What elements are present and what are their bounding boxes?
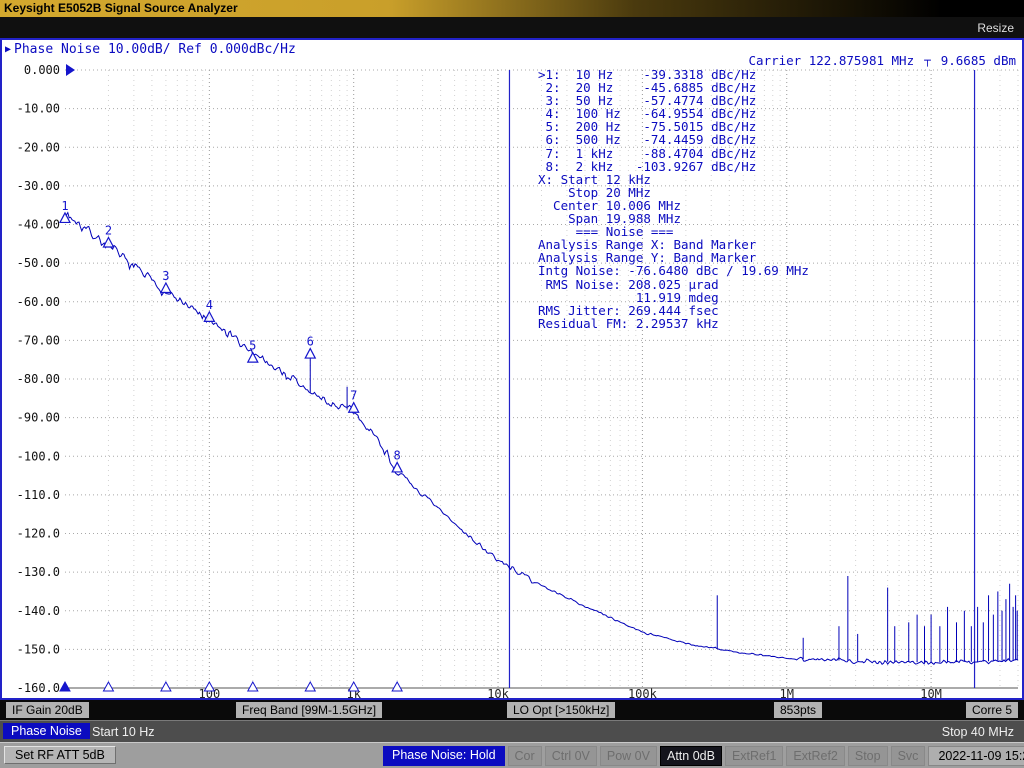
- trace-header: ▶ Phase Noise 10.00dB/ Ref 0.000dBc/Hz: [5, 42, 296, 57]
- marker-6-label: 6: [307, 335, 314, 349]
- sweep-range-bar: Phase Noise Start 10 Hz Stop 40 MHz: [0, 720, 1024, 742]
- indicator-svc: Svc: [891, 746, 926, 766]
- app-title: Keysight E5052B Signal Source Analyzer: [4, 1, 238, 15]
- svg-text:-70.00: -70.00: [17, 333, 60, 347]
- indicator-extref2: ExtRef2: [786, 746, 844, 766]
- svg-text:1M: 1M: [780, 687, 794, 700]
- indicator-pow-0v: Pow 0V: [600, 746, 657, 766]
- marker-7-triangle-icon[interactable]: [349, 403, 359, 413]
- svg-text:-150.0: -150.0: [17, 642, 60, 656]
- indicator-attn-0db: Attn 0dB: [660, 746, 722, 766]
- marker-1-label: 1: [61, 199, 68, 213]
- level-marker-icon: ┬: [924, 54, 931, 67]
- svg-text:-90.00: -90.00: [17, 411, 60, 425]
- sweep-stop-readout: Stop 40 MHz: [942, 725, 1014, 739]
- svg-text:-30.00: -30.00: [17, 179, 60, 193]
- svg-text:-20.00: -20.00: [17, 140, 60, 154]
- phase-noise-trace-window: 0.000 -10.00 -20.00 -30.00 -40.00 -50.00 -60.0…: [0, 38, 1024, 700]
- svg-text:-80.00: -80.00: [17, 372, 60, 386]
- svg-text:-110.0: -110.0: [17, 488, 60, 502]
- indicator-ctrl-0v: Ctrl 0V: [545, 746, 597, 766]
- status-bar: Set RF ATT 5dB Phase Noise: Hold CorCtrl…: [0, 742, 1024, 768]
- if-gain-setting: IF Gain 20dB: [6, 702, 89, 718]
- active-window-frame: [1, 39, 1023, 699]
- marker-3-label: 3: [162, 269, 169, 283]
- markers[interactable]: 1 2 3 4 5 6 7 8: [60, 199, 402, 691]
- spur-lines: [310, 357, 1017, 662]
- indicator-stop: Stop: [848, 746, 888, 766]
- y-axis-labels: 0.000 -10.00 -20.00 -30.00 -40.00 -50.00 -60.0…: [17, 63, 60, 695]
- marker-2-triangle-icon[interactable]: [103, 237, 113, 247]
- marker-8-axis-triangle-icon: [392, 682, 402, 691]
- carrier-frequency: Carrier 122.875981 MHz: [749, 53, 915, 68]
- svg-text:-120.0: -120.0: [17, 527, 60, 541]
- datetime-readout: 2022-11-09 15:24: [928, 746, 1024, 766]
- phase-noise-plot[interactable]: 0.000 -10.00 -20.00 -30.00 -40.00 -50.00 -60.0…: [0, 38, 1024, 700]
- marker-5-label: 5: [249, 339, 256, 353]
- marker-6-axis-triangle-icon: [305, 682, 315, 691]
- status-indicator-group: Phase Noise: Hold CorCtrl 0VPow 0VAttn 0…: [383, 746, 1020, 766]
- marker-8-triangle-icon[interactable]: [392, 462, 402, 472]
- marker-3-triangle-icon[interactable]: [161, 283, 171, 293]
- measurement-mode-tab[interactable]: Phase Noise: [3, 723, 90, 739]
- marker-2-axis-triangle-icon: [103, 682, 113, 691]
- active-trace-pointer-icon: ▶: [5, 43, 11, 56]
- marker-2-label: 2: [105, 223, 112, 237]
- instrument-screen: Keysight E5052B Signal Source Analyzer R…: [0, 0, 1024, 768]
- svg-text:-10.00: -10.00: [17, 102, 60, 116]
- svg-text:0.000: 0.000: [24, 63, 60, 77]
- svg-text:-100.0: -100.0: [17, 449, 60, 463]
- measurement-status: Phase Noise: Hold: [383, 746, 505, 766]
- instrument-message: Set RF ATT 5dB: [4, 746, 116, 764]
- indicator-list: CorCtrl 0VPow 0VAttn 0dBExtRef1ExtRef2St…: [508, 746, 926, 766]
- svg-text:-50.00: -50.00: [17, 256, 60, 270]
- title-bar: Keysight E5052B Signal Source Analyzer: [0, 0, 1024, 17]
- svg-text:-130.0: -130.0: [17, 565, 60, 579]
- trace-scale-label: Phase Noise 10.00dB/ Ref 0.000dBc/Hz: [14, 42, 296, 57]
- carrier-power: 9.6685 dBm: [941, 53, 1016, 68]
- marker-1-axis-triangle-icon: [60, 682, 70, 691]
- lo-optimization-setting: LO Opt [>150kHz]: [507, 702, 615, 718]
- marker-6-triangle-icon[interactable]: [305, 349, 315, 359]
- marker-3-axis-triangle-icon: [161, 682, 171, 691]
- marker-8-label: 8: [394, 448, 401, 462]
- svg-text:-160.0: -160.0: [17, 681, 60, 695]
- svg-text:100k: 100k: [628, 687, 658, 700]
- menu-strip: Resize: [0, 17, 1024, 38]
- marker-5-axis-triangle-icon: [248, 682, 258, 691]
- freq-band-setting: Freq Band [99M-1.5GHz]: [236, 702, 382, 718]
- marker-4-triangle-icon[interactable]: [204, 312, 214, 322]
- svg-text:-60.00: -60.00: [17, 295, 60, 309]
- svg-text:10k: 10k: [487, 687, 509, 700]
- measurement-settings-bar: IF Gain 20dB Freq Band [99M-1.5GHz] LO O…: [0, 700, 1024, 720]
- reference-level-pointer-icon: [66, 64, 75, 76]
- indicator-cor: Cor: [508, 746, 542, 766]
- sweep-points-setting: 853pts: [774, 702, 822, 718]
- sweep-start-readout: Start 10 Hz: [92, 725, 155, 739]
- marker-4-label: 4: [206, 298, 213, 312]
- carrier-readout: Carrier 122.875981 MHz ┬ 9.6685 dBm: [749, 53, 1016, 68]
- svg-text:-40.00: -40.00: [17, 218, 60, 232]
- svg-text:10M: 10M: [920, 687, 942, 700]
- marker-table: >1: 10 Hz -39.3318 dBc/Hz 2: 20 Hz -45.6…: [538, 68, 809, 330]
- marker-7-label: 7: [350, 389, 357, 403]
- svg-text:-140.0: -140.0: [17, 604, 60, 618]
- indicator-extref1: ExtRef1: [725, 746, 783, 766]
- correlation-setting: Corre 5: [966, 702, 1018, 718]
- marker-5-triangle-icon[interactable]: [248, 353, 258, 363]
- resize-button[interactable]: Resize: [977, 21, 1014, 35]
